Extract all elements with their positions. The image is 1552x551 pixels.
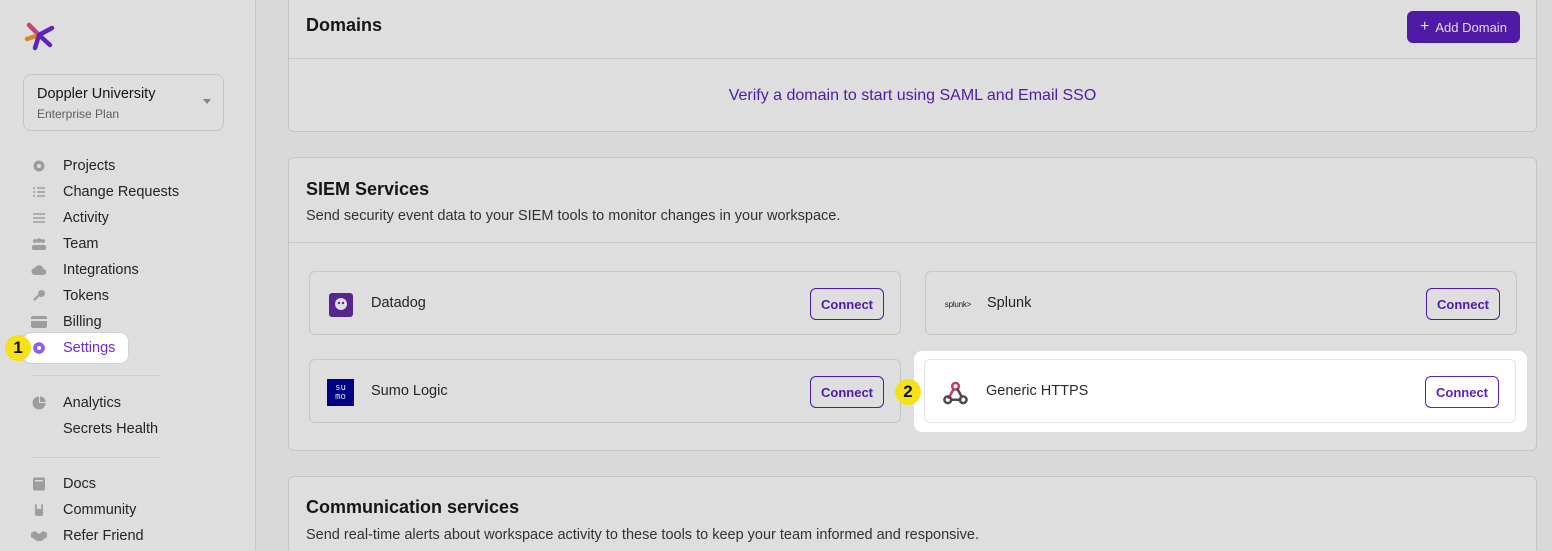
people-icon (31, 236, 47, 252)
sidebar-item-label: Activity (63, 210, 109, 226)
connect-splunk-button[interactable]: Connect (1426, 288, 1500, 320)
sidebar-item-label: Integrations (63, 262, 139, 278)
sidebar-item-label: Settings (63, 340, 116, 356)
siem-header: SIEM Services Send security event data t… (289, 158, 1536, 243)
settings-spotlight: Settings (24, 333, 128, 363)
gear-icon (31, 340, 47, 356)
connect-sumo-logic-button[interactable]: Connect (810, 376, 884, 408)
checklist-icon (31, 184, 47, 200)
sidebar-item-label: Tokens (63, 288, 109, 304)
verify-domain-message: Verify a domain to start using SAML and … (728, 87, 1097, 104)
splunk-logo: splunk> (944, 300, 972, 309)
sidebar-item-label: Change Requests (63, 184, 180, 200)
connect-datadog-button[interactable]: Connect (810, 288, 884, 320)
sidebar-item-change-requests[interactable]: Change Requests (31, 181, 179, 203)
sidebar-divider (31, 375, 161, 376)
add-domain-label: Add Domain (1435, 19, 1507, 35)
sidebar-item-analytics[interactable]: Analytics (31, 392, 121, 414)
sumo-logic-logo: su mo (327, 379, 354, 406)
service-name: Splunk (987, 295, 1032, 311)
domains-header: Domains + Add Domain (289, 0, 1536, 59)
chevron-down-icon (203, 99, 211, 104)
cloud-icon (31, 262, 47, 278)
workspace-plan: Enterprise Plan (37, 107, 120, 121)
sidebar-item-projects[interactable]: Projects (31, 155, 115, 177)
sidebar-item-tokens[interactable]: Tokens (31, 285, 109, 307)
sidebar-item-integrations[interactable]: Integrations (31, 259, 139, 281)
domains-panel: Domains + Add Domain Verify a domain to … (288, 0, 1537, 132)
sidebar: Doppler University Enterprise Plan Proje… (0, 0, 256, 551)
step-badge-1: 1 (5, 335, 31, 361)
communication-panel: Communication services Send real-time al… (288, 476, 1537, 551)
domains-title: Domains (306, 15, 383, 35)
sidebar-divider (31, 457, 161, 458)
communication-title: Communication services (306, 497, 520, 517)
generic-https-spotlight: Generic HTTPS Connect (914, 351, 1527, 432)
sidebar-item-label: Secrets Health (63, 421, 159, 437)
service-name: Datadog (371, 295, 426, 311)
handshake-icon (31, 528, 47, 544)
sidebar-item-label: Projects (63, 158, 116, 174)
sidebar-item-label: Team (63, 236, 99, 252)
sidebar-item-refer-friend[interactable]: Refer Friend (31, 525, 144, 547)
doppler-logo[interactable] (22, 18, 56, 52)
sidebar-item-label: Community (63, 502, 137, 518)
service-name: Sumo Logic (371, 383, 448, 399)
sidebar-item-label: Billing (63, 314, 102, 330)
webhook-icon (942, 379, 969, 406)
communication-subtitle: Send real-time alerts about workspace ac… (306, 527, 979, 543)
add-domain-button[interactable]: + Add Domain (1407, 11, 1520, 43)
sidebar-item-label: Analytics (63, 395, 122, 411)
sidebar-item-settings-highlighted[interactable]: Settings (31, 337, 115, 359)
sidebar-item-label: Docs (63, 476, 97, 492)
siem-subtitle: Send security event data to your SIEM to… (306, 208, 841, 224)
step-badge-2: 2 (895, 379, 921, 405)
generic-https-card: Generic HTTPS Connect (924, 359, 1516, 423)
pie-chart-icon (31, 395, 47, 411)
hand-icon (31, 502, 47, 518)
key-icon (31, 288, 47, 304)
service-name: Generic HTTPS (986, 383, 1089, 399)
book-icon (31, 476, 47, 492)
plus-icon: + (1420, 18, 1430, 35)
sidebar-item-label: Refer Friend (63, 528, 144, 544)
workspace-switcher[interactable]: Doppler University Enterprise Plan (23, 74, 224, 131)
datadog-card: Datadog Connect (309, 271, 901, 335)
gear-cog-icon (31, 158, 47, 174)
sidebar-item-docs[interactable]: Docs (31, 473, 96, 495)
sidebar-item-community[interactable]: Community (31, 499, 136, 521)
datadog-logo (327, 291, 354, 318)
sidebar-item-secrets-health[interactable]: Secrets Health (31, 418, 158, 440)
lines-icon (31, 210, 47, 226)
sumo-logic-card: su mo Sumo Logic Connect (309, 359, 901, 423)
sidebar-item-team[interactable]: Team (31, 233, 98, 255)
workspace-name: Doppler University (37, 86, 156, 102)
card-icon (31, 314, 47, 330)
sidebar-item-billing[interactable]: Billing (31, 311, 102, 333)
sidebar-item-activity[interactable]: Activity (31, 207, 109, 229)
splunk-card: splunk> Splunk Connect (925, 271, 1517, 335)
connect-generic-https-button[interactable]: Connect (1425, 376, 1499, 408)
siem-title: SIEM Services (306, 179, 430, 199)
